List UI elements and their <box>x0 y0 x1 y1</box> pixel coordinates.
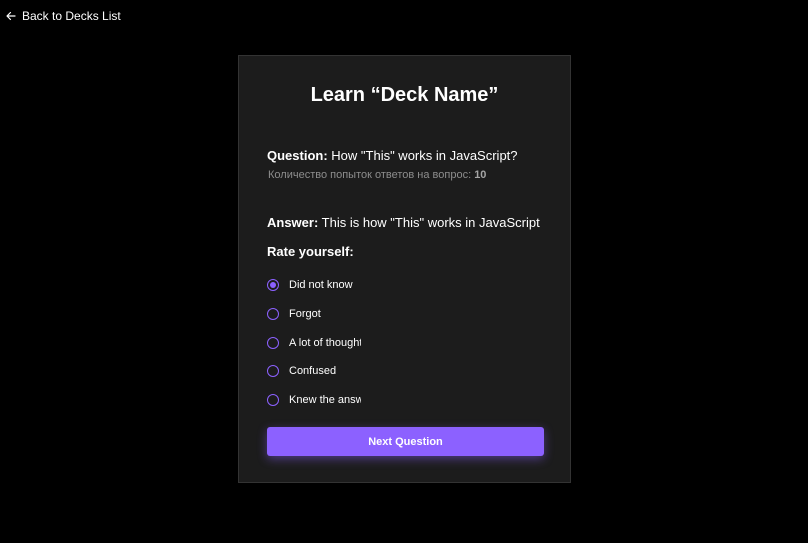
page-title: Learn “Deck Name” <box>310 84 499 106</box>
radio-button[interactable] <box>267 279 279 292</box>
attempts-value: 10 <box>474 169 487 181</box>
radio-button[interactable] <box>267 365 279 378</box>
rating-option-forgot[interactable]: Forgot <box>267 300 467 329</box>
rating-radio-group: Did not know Forgot A lot of thought Con… <box>267 271 467 414</box>
option-label: Forgot <box>289 308 321 321</box>
back-link-label: Back to Decks List <box>22 9 121 23</box>
option-label: Confused <box>289 365 337 378</box>
question-text: How "This" works in JavaScript? <box>327 148 518 163</box>
question-label: Question: <box>267 148 328 163</box>
rate-yourself-label: Rate yourself: <box>267 244 354 259</box>
answer: Answer: This is how "This" works in Java… <box>267 215 540 230</box>
rating-option-confused[interactable]: Confused <box>267 357 467 386</box>
next-question-button[interactable]: Next Question <box>267 427 544 456</box>
radio-button[interactable] <box>267 394 279 407</box>
answer-label: Answer: <box>267 215 319 230</box>
rating-option-did-not-know[interactable]: Did not know <box>267 271 467 300</box>
arrow-left-icon <box>6 11 16 21</box>
learn-card: Learn “Deck Name” Question: How "This" w… <box>238 55 571 483</box>
question: Question: How "This" works in JavaScript… <box>267 148 518 163</box>
attempts-label: Количество попыток ответов на вопрос: <box>268 169 475 181</box>
answer-text: This is how "This" works in JavaScript <box>318 215 540 230</box>
back-to-decks-link[interactable]: Back to Decks List <box>6 9 121 23</box>
attempts-count: Количество попыток ответов на вопрос: 10 <box>268 169 486 181</box>
option-label: Knew the answer <box>289 394 361 407</box>
rating-option-a-lot-of-thought[interactable]: A lot of thought <box>267 328 467 357</box>
radio-button[interactable] <box>267 336 279 349</box>
radio-button[interactable] <box>267 308 279 321</box>
option-label: A lot of thought <box>289 336 361 349</box>
rating-option-knew-the-answer[interactable]: Knew the answer <box>267 386 467 415</box>
option-label: Did not know <box>289 279 353 292</box>
